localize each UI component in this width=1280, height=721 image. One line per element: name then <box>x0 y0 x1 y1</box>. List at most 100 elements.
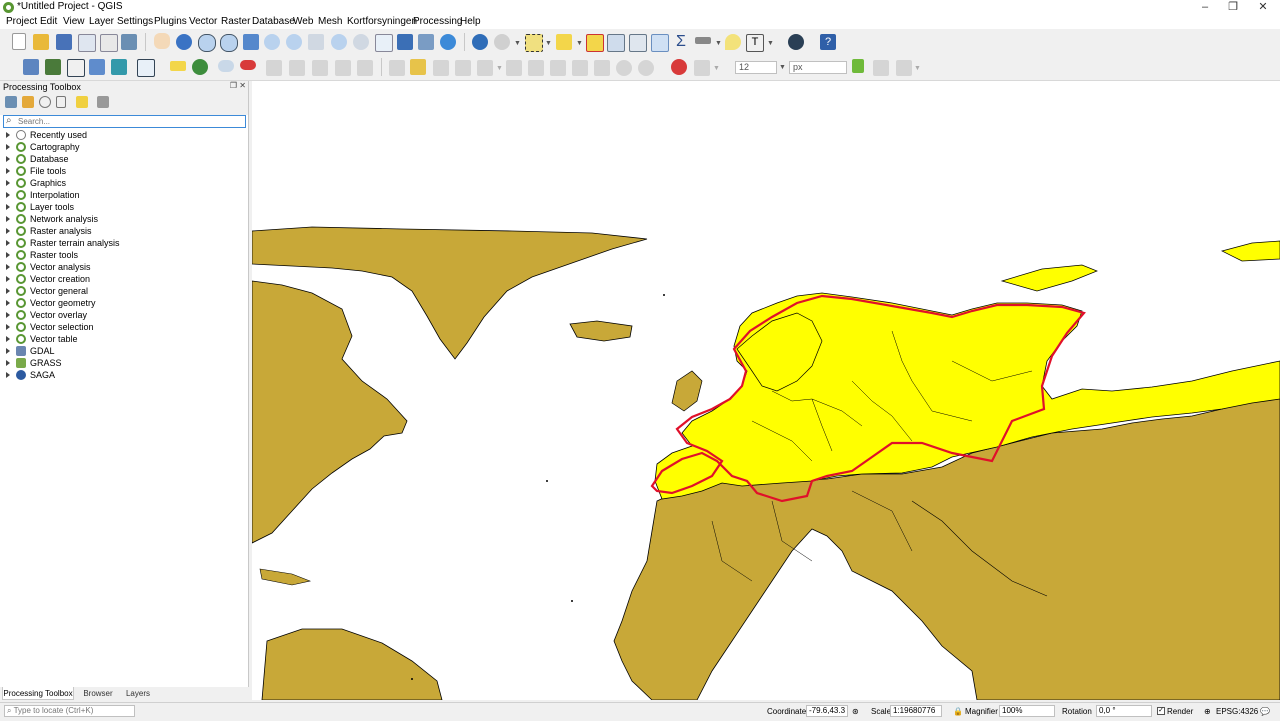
chevron-down-icon[interactable]: ▼ <box>545 40 552 47</box>
expand-arrow-icon[interactable] <box>6 288 10 294</box>
menu-web[interactable]: Web <box>293 16 313 27</box>
expand-arrow-icon[interactable] <box>6 156 10 162</box>
spin-arrows-icon[interactable]: ▼ <box>779 64 786 71</box>
save-project-icon[interactable] <box>56 34 72 50</box>
move-diagram-icon[interactable] <box>357 60 373 76</box>
bookmarks-icon[interactable] <box>418 34 434 50</box>
new-temporary-layer-icon[interactable] <box>111 59 127 75</box>
style-manager-icon[interactable] <box>121 34 137 50</box>
chevron-down-icon[interactable]: ▼ <box>914 65 921 72</box>
history-icon[interactable] <box>39 96 51 108</box>
tree-item[interactable]: Raster terrain analysis <box>0 237 246 249</box>
show-hide-diagram-icon[interactable] <box>335 60 351 76</box>
menu-kortforsyningen[interactable]: Kortforsyningen <box>347 16 417 27</box>
tree-item[interactable]: SAGA <box>0 369 246 381</box>
tree-item[interactable]: Vector table <box>0 333 246 345</box>
cut-features-icon[interactable] <box>550 60 566 76</box>
expand-arrow-icon[interactable] <box>6 132 10 138</box>
snapping-layers-icon[interactable] <box>694 60 710 76</box>
pan-hand-icon[interactable] <box>154 33 170 49</box>
tree-item[interactable]: Database <box>0 153 246 165</box>
modify-attributes-icon[interactable] <box>506 60 522 76</box>
identify-icon[interactable] <box>472 34 488 50</box>
tree-item[interactable]: Network analysis <box>0 213 246 225</box>
plugin-globe-icon[interactable] <box>788 34 804 50</box>
expand-arrow-icon[interactable] <box>6 168 10 174</box>
new-virtual-layer-icon[interactable] <box>137 59 155 77</box>
tree-item[interactable]: Vector general <box>0 285 246 297</box>
expand-arrow-icon[interactable] <box>6 372 10 378</box>
chevron-down-icon[interactable]: ▼ <box>514 40 521 47</box>
expand-arrow-icon[interactable] <box>6 360 10 366</box>
layout-manager-icon[interactable] <box>100 34 118 52</box>
menu-processing[interactable]: Processing <box>413 16 462 27</box>
font-size-field[interactable]: 12 <box>735 61 777 74</box>
magnifier-field[interactable]: 100% <box>999 705 1055 717</box>
redo-icon[interactable] <box>638 60 654 76</box>
expand-arrow-icon[interactable] <box>6 312 10 318</box>
processing-toolbox-icon[interactable] <box>651 34 669 52</box>
action-gear-icon[interactable] <box>494 34 510 50</box>
chevron-down-icon[interactable]: ▼ <box>496 65 503 72</box>
current-edits-icon[interactable] <box>389 60 405 76</box>
vertex-tool-icon[interactable] <box>477 60 493 76</box>
map-canvas[interactable] <box>252 81 1280 700</box>
expand-arrow-icon[interactable] <box>6 204 10 210</box>
menu-help[interactable]: Help <box>460 16 481 27</box>
shape-digitizing-icon[interactable] <box>896 60 912 76</box>
scripts-icon[interactable] <box>22 96 34 108</box>
results-viewer-icon[interactable] <box>56 96 66 108</box>
zoom-to-selection-icon[interactable] <box>264 34 280 50</box>
attribute-table-icon[interactable] <box>607 34 625 52</box>
tree-item[interactable]: Cartography <box>0 141 246 153</box>
expand-arrow-icon[interactable] <box>6 252 10 258</box>
render-checkbox[interactable]: ✓ <box>1157 707 1165 715</box>
new-shapefile-layer-icon[interactable] <box>67 59 85 77</box>
zoom-native-icon[interactable] <box>308 34 324 50</box>
expand-arrow-icon[interactable] <box>6 300 10 306</box>
tree-item[interactable]: Raster analysis <box>0 225 246 237</box>
menu-view[interactable]: View <box>63 16 85 27</box>
menu-edit[interactable]: Edit <box>40 16 57 27</box>
zoom-last-icon[interactable] <box>331 34 347 50</box>
scale-field[interactable]: 1:19680776 <box>890 705 942 717</box>
unit-select[interactable]: px <box>789 61 847 74</box>
select-by-value-icon[interactable] <box>556 34 572 50</box>
measure-icon[interactable] <box>695 37 711 44</box>
text-annotation-icon[interactable]: T <box>746 34 764 52</box>
expand-arrow-icon[interactable] <box>6 348 10 354</box>
layer-labeling-icon[interactable] <box>192 59 208 75</box>
chevron-down-icon[interactable]: ▼ <box>713 65 720 72</box>
models-icon[interactable] <box>5 96 17 108</box>
expand-arrow-icon[interactable] <box>6 276 10 282</box>
tree-item[interactable]: Vector selection <box>0 321 246 333</box>
change-label-icon[interactable] <box>312 60 328 76</box>
tree-item[interactable]: Graphics <box>0 177 246 189</box>
label-abc-icon[interactable] <box>170 61 186 71</box>
copy-features-icon[interactable] <box>572 60 588 76</box>
chevron-down-icon[interactable]: ▼ <box>576 40 583 47</box>
move-label-icon[interactable] <box>266 60 282 76</box>
tab-layers[interactable]: Layers <box>120 687 156 700</box>
pin-labels-icon[interactable] <box>218 60 234 72</box>
undo-icon[interactable] <box>616 60 632 76</box>
tree-item[interactable]: Vector overlay <box>0 309 246 321</box>
pan-to-selection-icon[interactable] <box>176 34 192 50</box>
locator-search[interactable]: ⌕ Type to locate (Ctrl+K) <box>4 705 135 717</box>
expand-arrow-icon[interactable] <box>6 192 10 198</box>
world-map[interactable] <box>252 81 1280 700</box>
minimize-button[interactable]: – <box>1190 0 1220 15</box>
zoom-next-icon[interactable] <box>353 34 369 50</box>
coordinate-field[interactable]: -79.6,43.3 <box>806 705 848 717</box>
add-feature-icon[interactable] <box>455 60 471 76</box>
expand-arrow-icon[interactable] <box>6 336 10 342</box>
close-panel-icon[interactable]: ✕ <box>239 81 246 90</box>
expand-arrow-icon[interactable] <box>6 144 10 150</box>
tab-browser[interactable]: Browser <box>78 687 118 700</box>
tree-item[interactable]: GDAL <box>0 345 246 357</box>
rotation-field[interactable]: 0,0 ° <box>1096 705 1152 717</box>
map-tips-icon[interactable] <box>725 34 741 50</box>
rotate-label-icon[interactable] <box>289 60 305 76</box>
zoom-in-icon[interactable] <box>198 34 216 52</box>
menu-settings[interactable]: Settings <box>117 16 153 27</box>
